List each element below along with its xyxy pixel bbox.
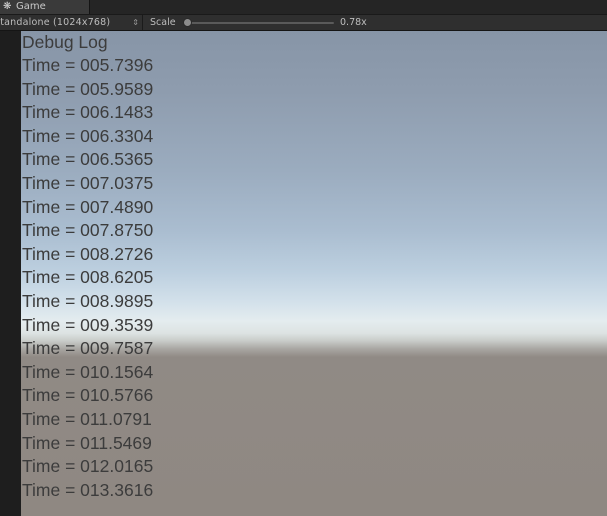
game-view-toolbar: Standalone (1024x768) ⇕ Scale 0.78x [0,14,607,31]
scale-label: Scale [150,17,176,28]
debug-log-line: Time = 006.1483 [22,102,154,123]
debug-log-line: Time = 005.7396 [22,55,154,75]
debug-log-line: Time = 012.0165 [22,456,154,477]
tab-game-label: Game [16,1,46,12]
debug-log-line: Time = 007.8750 [22,220,154,241]
debug-log-list: Time = 005.7396 Time = 005.9589 Time = 006… [22,54,153,502]
tab-game[interactable]: ❋ Game [0,0,90,14]
viewport-letterbox [0,31,21,516]
debug-log-line: Time = 009.7587 [22,338,154,359]
debug-log-line: Time = 009.3539 [22,314,154,335]
debug-log-line: Time = 010.1564 [22,361,154,382]
debug-log-line: Time = 006.5365 [22,149,154,170]
game-viewport[interactable]: Debug Log Time = 005.7396 Time = 005.9589… [21,31,607,516]
resolution-label: Standalone (1024x768) [0,17,111,28]
debug-log-line: Time = 011.5469 [22,432,152,453]
debug-log-title: Debug Log [22,32,108,52]
debug-log-line: Time = 010.5766 [22,385,154,406]
debug-log-line: Time = 005.9589 [22,78,154,99]
debug-log-line: Time = 008.9895 [22,290,154,311]
game-view-icon: ❋ [3,1,12,12]
debug-log-line: Time = 008.6205 [22,267,154,288]
scale-value: 0.78x [340,17,367,28]
debug-log-line: Time = 007.4890 [22,196,154,217]
debug-log-line: Time = 007.0375 [22,172,154,193]
scale-slider-track[interactable] [186,22,334,24]
debug-log-line: Time = 008.2726 [22,243,154,264]
debug-log-line: Time = 006.3304 [22,125,154,146]
resolution-dropdown[interactable]: Standalone (1024x768) ⇕ [0,15,143,30]
tab-strip: ❋ Game [0,0,607,14]
scale-slider-thumb[interactable] [183,18,192,27]
debug-log-line: Time = 011.0791 [22,408,152,429]
debug-log-line: Time = 013.3616 [22,479,154,500]
dropdown-arrows-icon: ⇕ [132,18,139,27]
